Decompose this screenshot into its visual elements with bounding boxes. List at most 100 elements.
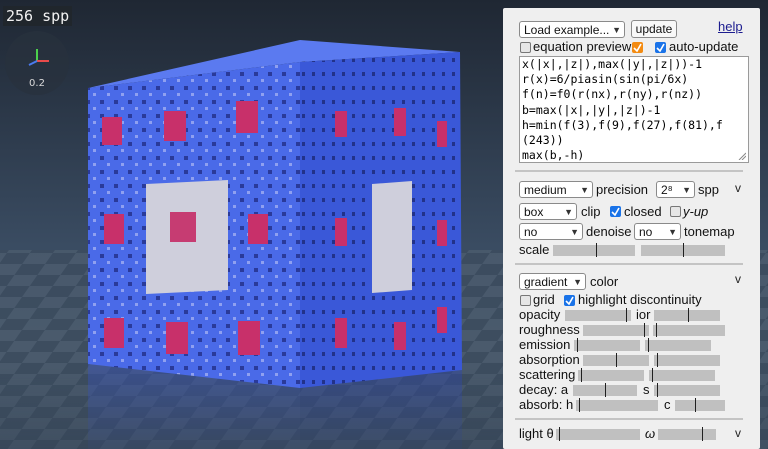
denoise-value: no — [524, 225, 538, 239]
grid-checkbox[interactable] — [520, 295, 531, 306]
absorption-slider-secondary[interactable] — [654, 353, 720, 367]
scattering-slider[interactable] — [578, 368, 644, 382]
precision-select[interactable]: medium ▼ — [519, 181, 593, 198]
equation-preview-checkbox[interactable] — [520, 42, 531, 53]
light-theta-slider[interactable] — [556, 427, 640, 441]
slider-thumb[interactable] — [616, 353, 617, 367]
clip-select[interactable]: box ▼ — [519, 203, 577, 220]
ior-label: ior — [636, 307, 651, 322]
slider-thumb[interactable] — [656, 353, 658, 367]
editor-line: f(n)=f0(r(nx),r(ny),r(nz)) — [522, 87, 703, 102]
clip-value: box — [524, 205, 544, 219]
section-divider — [515, 170, 743, 172]
tonemap-label: tonemap — [684, 224, 735, 239]
editor-line: h=min(f(3),f(9),f(27),f(81),f — [522, 117, 723, 132]
slider-thumb[interactable] — [576, 338, 578, 352]
absorb-c-label: c — [664, 397, 671, 412]
load-example-select[interactable]: Load example... ▼ — [519, 21, 625, 38]
slider-thumb[interactable] — [625, 308, 627, 322]
scale-slider[interactable] — [553, 243, 635, 257]
chevron-down-icon: ▼ — [570, 227, 579, 237]
denoise-select[interactable]: no ▼ — [519, 223, 583, 240]
roughness-slider-secondary[interactable] — [653, 323, 725, 337]
absorb-h-slider[interactable] — [576, 398, 658, 412]
light-collapse-toggle[interactable]: v — [735, 426, 741, 440]
check-icon — [565, 296, 574, 305]
editor-line: x(|x|,|z|),max(|y|,|z|))-1 — [522, 57, 703, 71]
slider-thumb[interactable] — [595, 243, 597, 257]
color-label: color — [590, 274, 619, 289]
chevron-down-icon: ▼ — [668, 227, 677, 237]
opacity-slider[interactable] — [565, 308, 631, 322]
roughness-slider[interactable] — [583, 323, 649, 337]
absorption-slider[interactable] — [583, 353, 649, 367]
slider-thumb[interactable] — [559, 427, 561, 441]
emission-label: emission — [519, 337, 571, 352]
precision-label: precision — [596, 182, 649, 197]
emission-slider[interactable] — [574, 338, 640, 352]
highlight-discontinuity-checkbox[interactable] — [564, 295, 575, 306]
slider-thumb[interactable] — [683, 243, 684, 257]
equation-preview-toggle[interactable] — [632, 42, 643, 53]
decay-a-slider[interactable] — [573, 383, 637, 397]
slider-thumb[interactable] — [605, 383, 606, 397]
slider-thumb[interactable] — [647, 338, 649, 352]
ior-slider[interactable] — [654, 308, 720, 322]
load-example-value: Load example... — [524, 23, 610, 37]
slider-thumb[interactable] — [579, 398, 581, 412]
scale-slider-secondary[interactable] — [641, 243, 725, 257]
slider-thumb[interactable] — [688, 308, 690, 322]
slider-thumb[interactable] — [701, 427, 703, 441]
tonemap-select[interactable]: no ▼ — [634, 223, 681, 240]
chevron-down-icon: ▼ — [580, 185, 589, 195]
light-theta-label: light θ — [519, 426, 554, 441]
resize-handle-icon[interactable] — [738, 152, 746, 160]
axes-scale-label: 0.2 — [29, 78, 45, 89]
section-divider — [515, 418, 743, 420]
auto-update-checkbox[interactable] — [655, 42, 666, 53]
chevron-down-icon: ▼ — [612, 25, 621, 35]
opacity-label: opacity — [519, 307, 561, 322]
check-icon — [633, 43, 642, 52]
samples-per-pixel-readout: 256 spp — [3, 6, 73, 26]
editor-line: r(x)=6/piasin(sin(pi/6x) — [522, 72, 689, 87]
scattering-label: scattering — [519, 367, 576, 382]
check-icon — [611, 207, 620, 216]
chevron-down-icon: ▼ — [564, 207, 573, 217]
slider-thumb[interactable] — [656, 383, 658, 397]
roughness-label: roughness — [519, 322, 580, 337]
scattering-slider-secondary[interactable] — [649, 368, 715, 382]
slider-thumb[interactable] — [580, 368, 582, 382]
editor-line: (243)) — [522, 133, 564, 148]
slider-thumb[interactable] — [695, 398, 696, 412]
slider-thumb[interactable] — [655, 323, 657, 337]
equation-editor[interactable]: x(|x|,|z|),max(|y|,|z|))-1 r(x)=6/piasin… — [519, 56, 749, 163]
chevron-down-icon: ▼ — [682, 185, 691, 195]
precision-value: medium — [524, 183, 567, 197]
closed-checkbox[interactable] — [610, 206, 621, 217]
emission-slider-secondary[interactable] — [645, 338, 711, 352]
section-divider — [515, 263, 743, 265]
omega-label: ω — [645, 426, 656, 441]
denoise-label: denoise — [586, 224, 632, 239]
color-mode-value: gradient — [524, 275, 568, 289]
spp-select[interactable]: 2⁸ ▼ — [656, 181, 695, 198]
slider-thumb[interactable] — [651, 368, 653, 382]
axes-gizmo[interactable]: 0.2 — [5, 31, 69, 95]
update-button[interactable]: update — [631, 20, 677, 38]
chevron-down-icon: ▼ — [573, 277, 582, 287]
color-mode-select[interactable]: gradient ▼ — [519, 273, 586, 290]
absorb-h-label: absorb: h — [519, 397, 574, 412]
render-collapse-toggle[interactable]: v — [735, 181, 741, 195]
omega-slider[interactable] — [658, 427, 716, 441]
y-up-checkbox[interactable] — [670, 206, 681, 217]
absorb-c-slider[interactable] — [675, 398, 725, 412]
color-collapse-toggle[interactable]: v — [735, 272, 741, 286]
clip-label: clip — [581, 204, 601, 219]
tonemap-value: no — [639, 225, 653, 239]
editor-line: b=max(|x|,|y|,|z|)-1 — [522, 102, 661, 117]
help-link[interactable]: help — [718, 19, 743, 34]
decay-s-slider[interactable] — [654, 383, 720, 397]
slider-thumb[interactable] — [643, 323, 645, 337]
menger-sponge-render — [88, 40, 462, 388]
